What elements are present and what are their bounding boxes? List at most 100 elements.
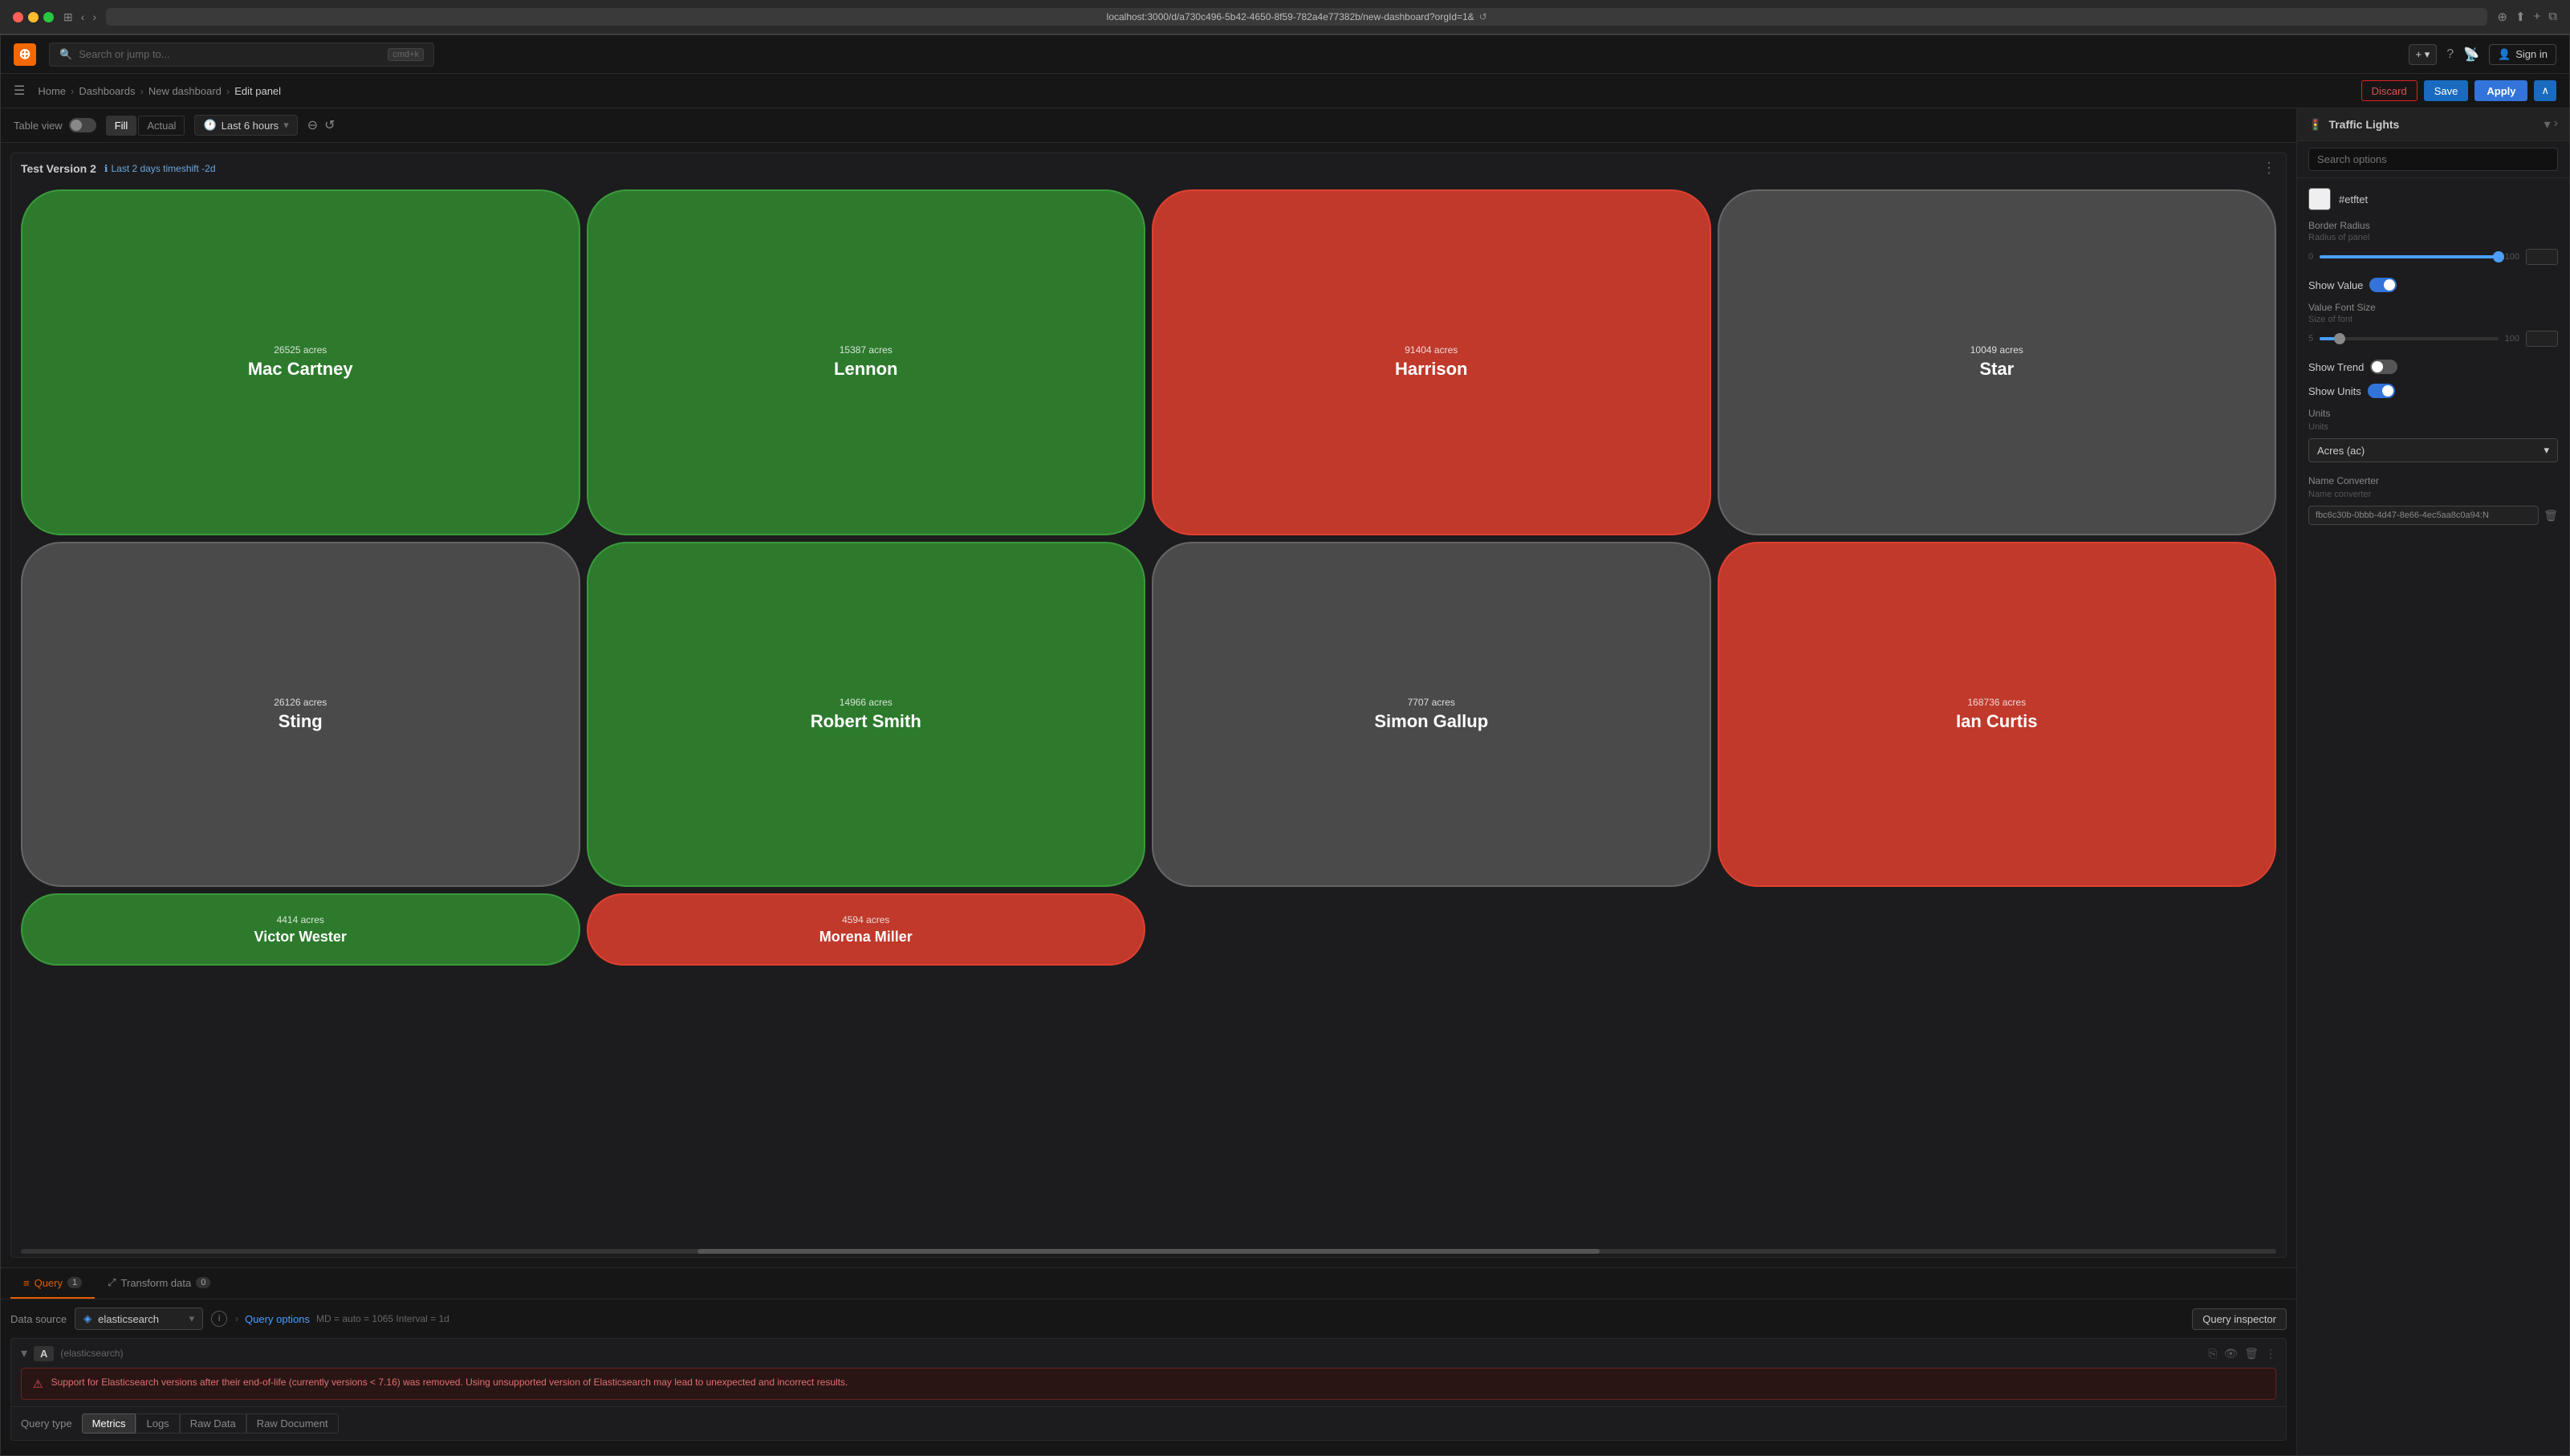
reload-icon[interactable]: ↺ <box>1479 11 1487 22</box>
stat-card-mac-cartney[interactable]: 26525 acres Mac Cartney <box>21 189 580 535</box>
dropdown-icon[interactable]: ▾ <box>2544 116 2551 132</box>
refresh-icon[interactable]: ↺ <box>324 117 335 133</box>
breadcrumb-new-dashboard[interactable]: New dashboard <box>148 85 222 97</box>
discard-button[interactable]: Discard <box>2361 80 2418 101</box>
show-value-toggle[interactable] <box>2369 278 2397 292</box>
query-icon: ≡ <box>23 1277 30 1289</box>
stat-card-harrison[interactable]: 91404 acres Harrison <box>1152 189 1711 535</box>
delete-icon[interactable]: 🗑 <box>2244 1347 2259 1360</box>
tab-transform-label: Transform data <box>121 1277 192 1289</box>
copy-icon[interactable]: ⎘ <box>2208 1347 2217 1360</box>
table-view-switch[interactable] <box>69 118 96 132</box>
warning-text: Support for Elasticsearch versions after… <box>51 1377 848 1391</box>
query-options: › Query options MD = auto = 1065 Interva… <box>235 1313 449 1325</box>
tab-query[interactable]: ≡ Query 1 <box>10 1268 95 1299</box>
fill-button[interactable]: Fill <box>106 116 137 136</box>
query-type-raw-data[interactable]: Raw Data <box>180 1413 246 1434</box>
query-type-metrics[interactable]: Metrics <box>82 1413 136 1434</box>
panel-toolbar: Table view Fill Actual 🕐 Last 6 hours ▾ … <box>1 108 2296 143</box>
font-size-sublabel: Size of font <box>2308 315 2558 324</box>
notification-icon[interactable]: 📡 <box>2463 47 2479 63</box>
font-size-input[interactable]: 16 <box>2526 331 2558 347</box>
save-button[interactable]: Save <box>2424 80 2469 101</box>
datasource-select[interactable]: ◈ elasticsearch ▾ <box>75 1308 203 1330</box>
new-item-button[interactable]: + ▾ <box>2409 44 2438 65</box>
sign-in-button[interactable]: 👤 Sign in <box>2489 44 2556 65</box>
traffic-lights <box>13 12 54 22</box>
stat-name: Sting <box>279 711 323 732</box>
breadcrumb-actions: Discard Save Apply ∧ <box>2361 80 2556 101</box>
maximize-button[interactable] <box>43 12 54 22</box>
stat-card-morena-miller[interactable]: 4594 acres Morena Miller <box>587 893 1146 966</box>
back-icon[interactable]: ‹ <box>81 10 85 24</box>
stat-card-victor-wester[interactable]: 4414 acres Victor Wester <box>21 893 580 966</box>
window-controls-icon[interactable]: ⊞ <box>63 10 73 24</box>
color-swatch[interactable] <box>2308 188 2331 210</box>
br-min: 0 <box>2308 252 2313 262</box>
close-button[interactable] <box>13 12 23 22</box>
font-size-slider: 5 100 16 <box>2308 331 2558 347</box>
br-thumb[interactable] <box>2493 251 2504 262</box>
br-track[interactable] <box>2320 255 2499 258</box>
color-label: #etftet <box>2339 193 2368 205</box>
search-bar[interactable]: 🔍 Search or jump to... cmd+k <box>49 43 434 67</box>
show-trend-toggle[interactable] <box>2370 360 2397 374</box>
share-icon[interactable]: ⬆ <box>2515 10 2526 24</box>
border-radius-input[interactable]: 100 <box>2526 249 2558 265</box>
minimize-button[interactable] <box>28 12 39 22</box>
zoom-out-icon[interactable]: ⊖ <box>307 117 318 133</box>
name-converter-input[interactable]: fbc6c30b-0bbb-4d47-8e66-4ec5aa8c0a94:N <box>2308 506 2539 525</box>
fill-actual-buttons: Fill Actual <box>106 116 185 136</box>
tabs-icon[interactable]: ⧉ <box>2548 10 2557 24</box>
name-converter-delete-icon[interactable]: 🗑 <box>2544 509 2558 523</box>
query-row-icons: ⎘ 👁 🗑 ⋮ <box>2208 1347 2276 1360</box>
dashboard-panel: Test Version 2 ℹ Last 2 days timeshift -… <box>10 153 2287 1258</box>
stat-value: 4414 acres <box>277 914 324 925</box>
fs-thumb[interactable] <box>2334 333 2345 344</box>
br-max: 100 <box>2505 252 2519 262</box>
stat-card-sting[interactable]: 26126 acres Sting <box>21 542 580 888</box>
query-options-toggle[interactable]: Query options <box>245 1313 310 1325</box>
scroll-thumb[interactable] <box>697 1249 1600 1254</box>
apply-button[interactable]: Apply <box>2474 80 2527 101</box>
eye-icon[interactable]: 👁 <box>2223 1347 2238 1360</box>
right-panel: 🚦 Traffic Lights ▾ › #etftet <box>2296 108 2569 1455</box>
download-icon[interactable]: ⊕ <box>2497 10 2507 24</box>
query-type-raw-document[interactable]: Raw Document <box>246 1413 339 1434</box>
query-collapse-icon[interactable]: ▾ <box>21 1345 27 1361</box>
stat-value: 168736 acres <box>1967 697 2026 708</box>
forward-icon[interactable]: › <box>92 10 96 24</box>
new-tab-icon[interactable]: + <box>2534 10 2541 24</box>
browser-url-bar[interactable]: localhost:3000/d/a730c496-5b42-4650-8f59… <box>106 8 2487 26</box>
chevron-right-icon[interactable]: › <box>2554 116 2558 132</box>
border-radius-slider: 0 100 100 <box>2308 249 2558 265</box>
query-content: Data source ◈ elasticsearch ▾ i › Query … <box>1 1299 2296 1455</box>
stat-value: 26126 acres <box>274 697 327 708</box>
panel-header: Test Version 2 ℹ Last 2 days timeshift -… <box>11 153 2286 183</box>
fs-track[interactable] <box>2320 337 2499 340</box>
border-radius-section: Border Radius Radius of panel 0 100 100 <box>2308 220 2558 265</box>
datasource-info-icon[interactable]: i <box>211 1311 227 1327</box>
menu-icon[interactable]: ☰ <box>14 83 25 99</box>
stat-card-star[interactable]: 10049 acres Star <box>1718 189 2277 535</box>
query-inspector-button[interactable]: Query inspector <box>2192 1308 2287 1330</box>
breadcrumb-dashboards[interactable]: Dashboards <box>79 85 135 97</box>
actual-button[interactable]: Actual <box>138 116 185 136</box>
search-options-input[interactable] <box>2308 148 2558 171</box>
warning-icon: ⚠ <box>33 1377 43 1391</box>
tab-transform[interactable]: ⤢ Transform data 0 <box>95 1268 223 1299</box>
time-range-picker[interactable]: 🕐 Last 6 hours ▾ <box>194 115 297 136</box>
stat-card-lennon[interactable]: 15387 acres Lennon <box>587 189 1146 535</box>
panel-options-button[interactable]: ⋮ <box>2262 160 2276 177</box>
stat-card-simon-gallup[interactable]: 7707 acres Simon Gallup <box>1152 542 1711 888</box>
show-units-toggle[interactable] <box>2368 384 2395 398</box>
stat-card-ian-curtis[interactable]: 168736 acres Ian Curtis <box>1718 542 2277 888</box>
query-type-logs[interactable]: Logs <box>136 1413 179 1434</box>
more-icon[interactable]: ⋮ <box>2265 1347 2276 1360</box>
help-icon[interactable]: ? <box>2446 47 2454 62</box>
stat-card-robert-smith[interactable]: 14966 acres Robert Smith <box>587 542 1146 888</box>
units-select[interactable]: Acres (ac) ▾ <box>2308 438 2558 462</box>
breadcrumb-home[interactable]: Home <box>38 85 66 97</box>
units-sublabel: Units <box>2308 422 2558 432</box>
collapse-button[interactable]: ∧ <box>2534 80 2556 101</box>
